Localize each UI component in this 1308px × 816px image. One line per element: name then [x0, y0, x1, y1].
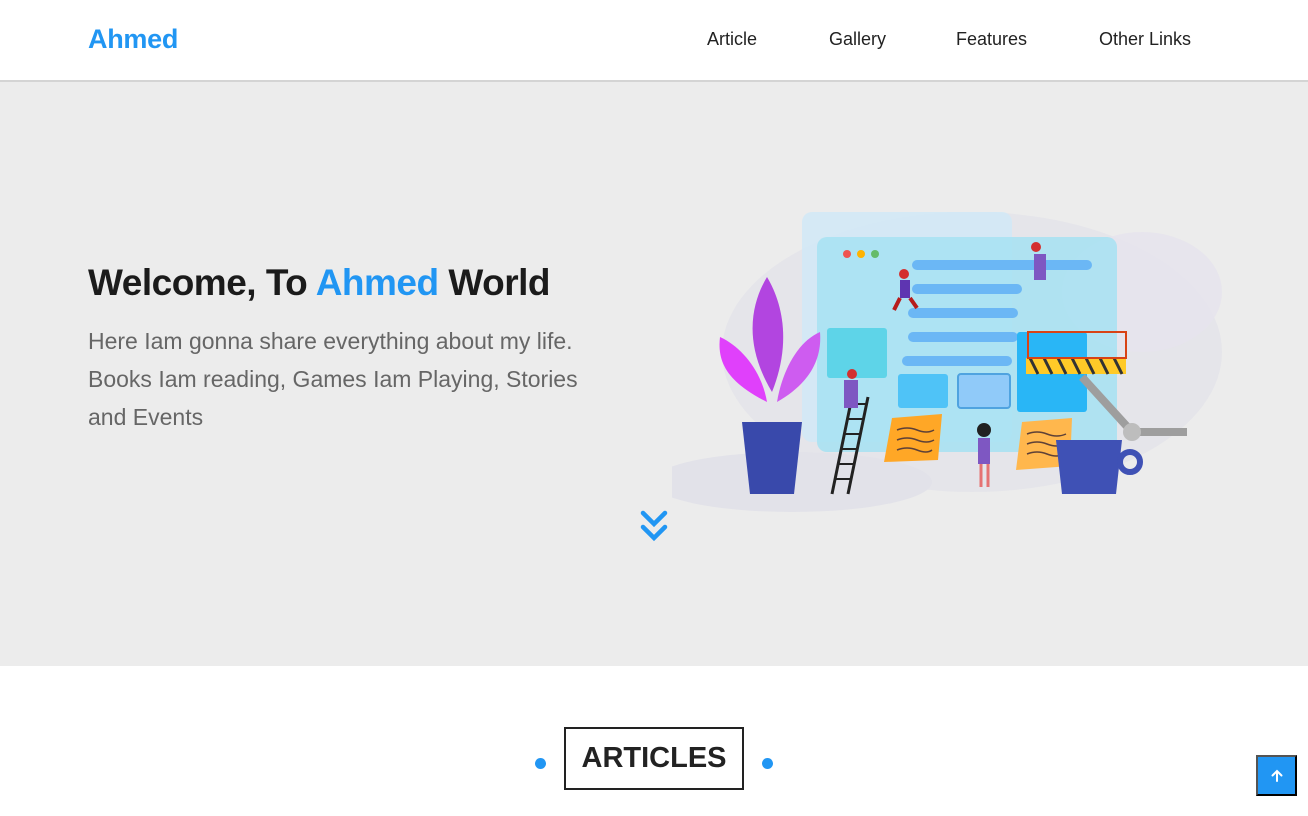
- site-logo[interactable]: Ahmed: [88, 24, 178, 55]
- nav-link-other-links[interactable]: Other Links: [1099, 29, 1191, 50]
- hero-description: Here Iam gonna share everything about my…: [88, 328, 578, 430]
- scroll-to-top-button[interactable]: [1256, 755, 1297, 796]
- hero-title-part1: Welcome, To: [88, 262, 316, 303]
- articles-heading: ARTICLES: [564, 727, 744, 790]
- hero-illustration: [672, 212, 1222, 512]
- arrow-up-icon: [1271, 769, 1282, 782]
- hero-title-accent: Ahmed: [315, 262, 439, 303]
- site-header: Ahmed Article Gallery Features Other Lin…: [0, 0, 1308, 82]
- heading-dot-left: [535, 758, 546, 769]
- hero-title-part2: World: [438, 262, 551, 303]
- nav-link-article[interactable]: Article: [707, 29, 757, 50]
- hero-section: Welcome, To Ahmed World Here Iam gonna s…: [0, 82, 1308, 666]
- articles-section: ARTICLES: [0, 666, 1308, 816]
- heading-dot-right: [762, 758, 773, 769]
- double-chevron-down-icon[interactable]: [640, 510, 668, 544]
- hero-title: Welcome, To Ahmed World: [88, 262, 551, 304]
- nav-link-features[interactable]: Features: [956, 29, 1027, 50]
- nav-link-gallery[interactable]: Gallery: [829, 29, 886, 50]
